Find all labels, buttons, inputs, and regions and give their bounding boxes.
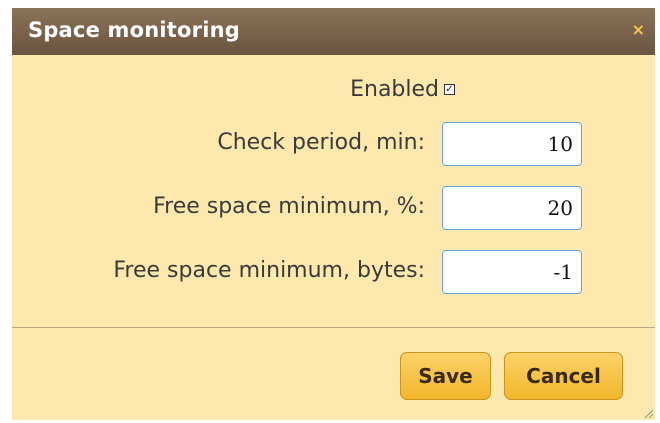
free-space-percent-input[interactable]	[442, 186, 582, 230]
checkbox-icon: ✓	[445, 84, 454, 95]
cancel-button[interactable]: Cancel	[504, 352, 623, 400]
free-space-bytes-input[interactable]	[442, 250, 582, 294]
check-period-label: Check period, min:	[217, 130, 425, 155]
dialog-titlebar[interactable]: Space monitoring ×	[12, 8, 655, 55]
enabled-checkbox[interactable]: ✓	[444, 84, 455, 95]
footer-divider	[12, 327, 655, 328]
close-icon[interactable]: ×	[632, 20, 645, 39]
enabled-label: Enabled	[350, 77, 439, 102]
free-space-percent-label: Free space minimum, %:	[153, 194, 425, 219]
dialog-title: Space monitoring	[28, 18, 240, 42]
space-monitoring-dialog: Space monitoring × Enabled ✓ Check perio…	[12, 8, 655, 420]
free-space-bytes-label: Free space minimum, bytes:	[113, 258, 425, 283]
resize-grip-icon[interactable]	[643, 408, 653, 418]
save-button[interactable]: Save	[400, 352, 491, 400]
check-period-input[interactable]	[442, 122, 582, 166]
